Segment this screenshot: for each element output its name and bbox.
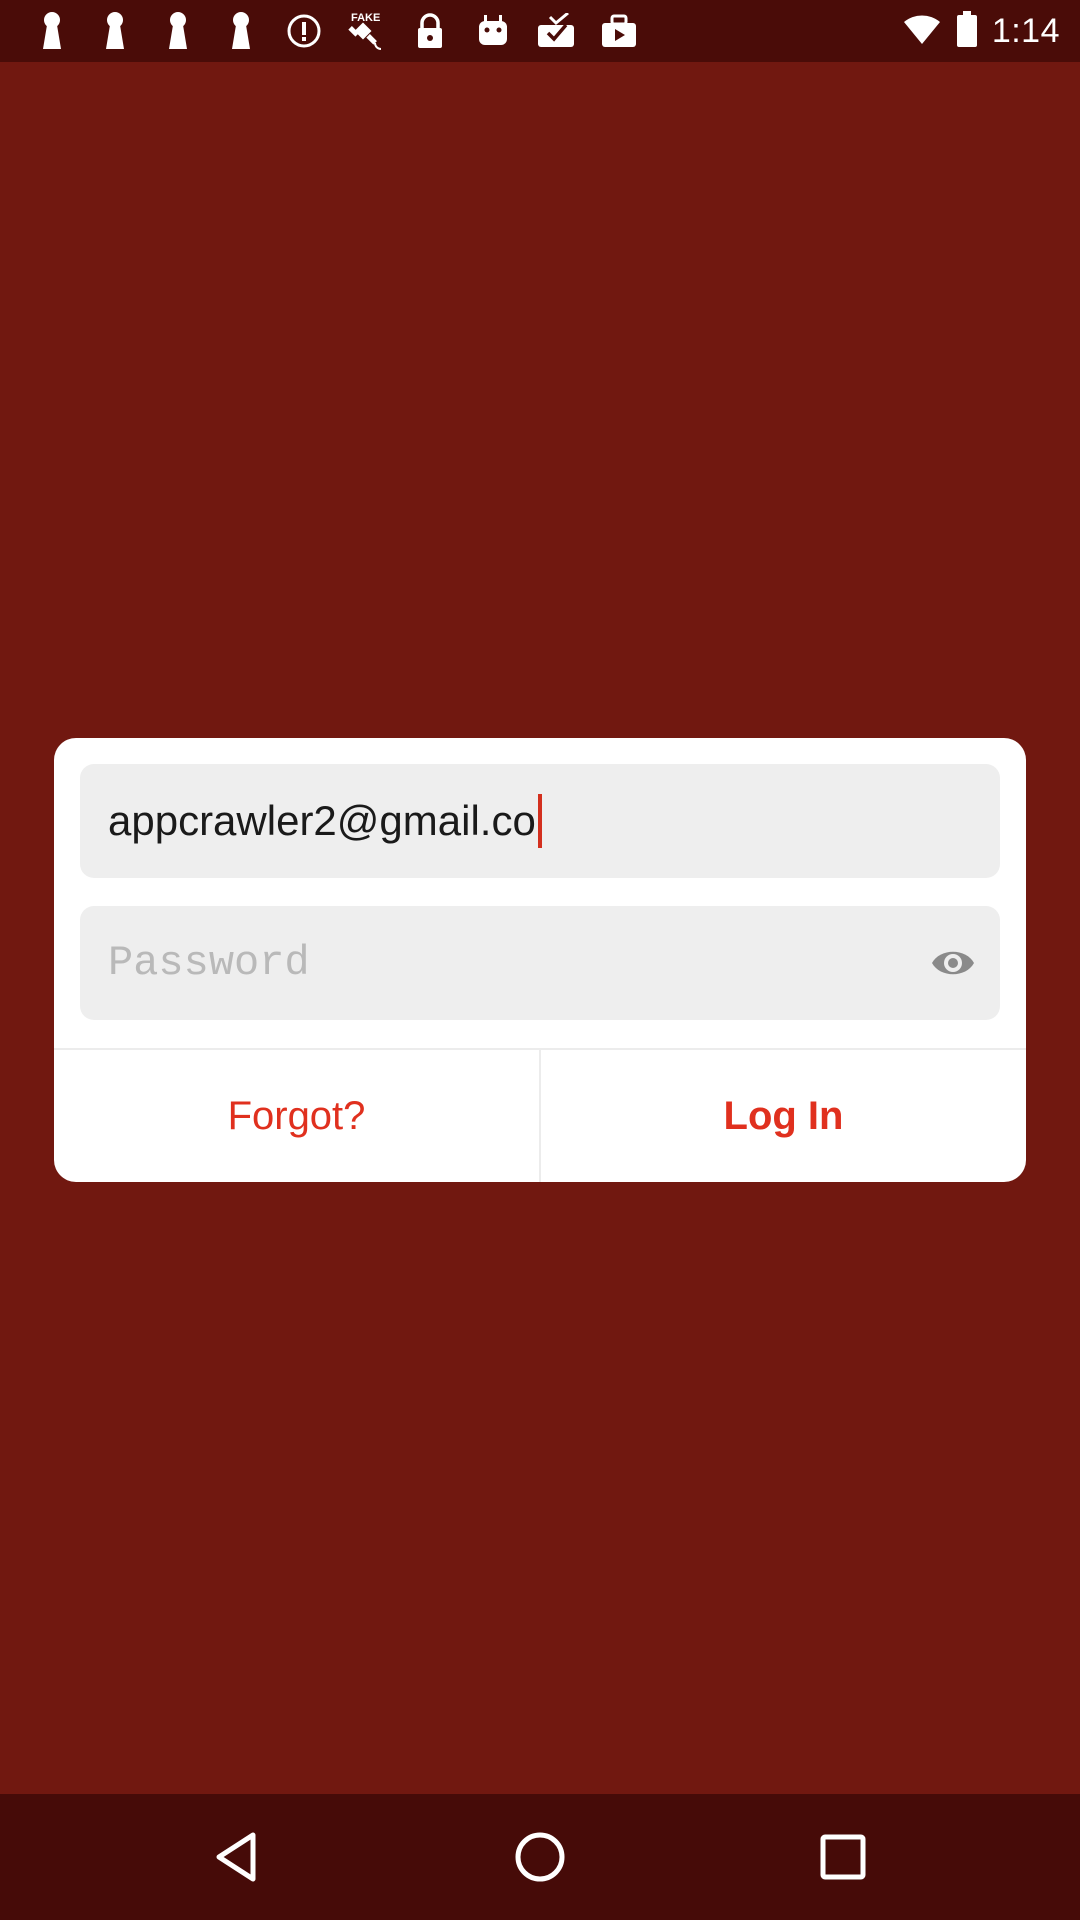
android-icon bbox=[469, 8, 516, 54]
battery-icon bbox=[956, 10, 978, 53]
notification-icon bbox=[28, 8, 75, 54]
login-card: appcrawler2@gmail.co Password Forgot? Lo… bbox=[54, 738, 1026, 1182]
password-field[interactable]: Password bbox=[80, 906, 1000, 1020]
status-right: 1:14 bbox=[902, 8, 1060, 54]
notification-icon bbox=[217, 8, 264, 54]
status-time: 1:14 bbox=[991, 11, 1060, 50]
email-field[interactable]: appcrawler2@gmail.co bbox=[80, 764, 1000, 878]
svg-text:FAKE: FAKE bbox=[351, 12, 380, 24]
home-icon[interactable] bbox=[510, 1827, 570, 1887]
navigation-bar bbox=[0, 1794, 1080, 1920]
notification-icon bbox=[154, 8, 201, 54]
email-value[interactable]: appcrawler2@gmail.co bbox=[108, 797, 536, 845]
lock-icon bbox=[406, 8, 453, 54]
back-icon[interactable] bbox=[207, 1827, 267, 1887]
status-bar: FAKE 1:14 bbox=[0, 0, 1080, 62]
alert-icon bbox=[280, 8, 327, 54]
task-icon bbox=[532, 8, 579, 54]
notification-icon bbox=[91, 8, 138, 54]
fake-gps-icon: FAKE bbox=[343, 8, 390, 54]
wifi-icon bbox=[902, 12, 942, 51]
status-icons: FAKE bbox=[28, 8, 642, 54]
eye-icon[interactable] bbox=[930, 942, 976, 984]
recent-apps-icon[interactable] bbox=[813, 1827, 873, 1887]
briefcase-icon bbox=[595, 8, 642, 54]
password-placeholder[interactable]: Password bbox=[108, 939, 310, 987]
forgot-button[interactable]: Forgot? bbox=[54, 1050, 539, 1182]
login-button[interactable]: Log In bbox=[541, 1050, 1026, 1182]
text-cursor bbox=[537, 794, 542, 848]
